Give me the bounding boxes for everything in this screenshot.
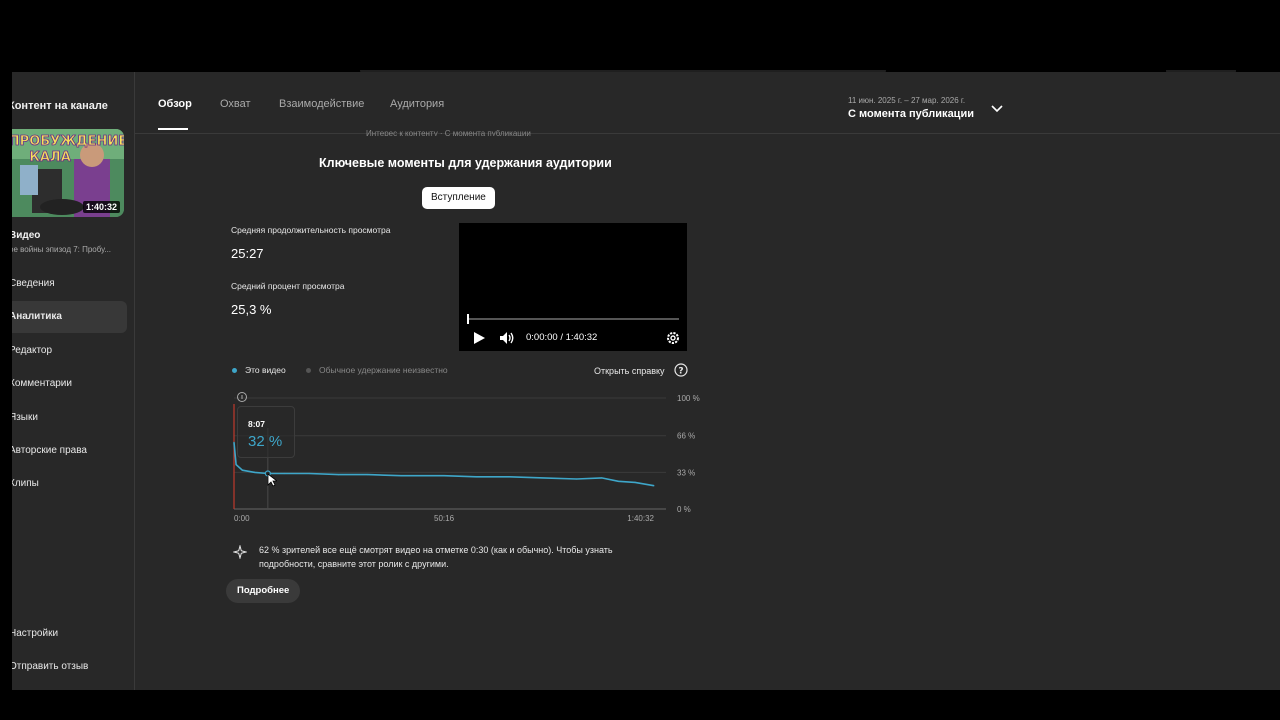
tab-reach[interactable]: Охват xyxy=(220,98,251,110)
series-point xyxy=(617,480,619,482)
sidebar-item-label: Сведения xyxy=(12,278,55,289)
series-point xyxy=(400,475,402,477)
svg-text:?: ? xyxy=(678,366,683,376)
chevron-down-icon[interactable] xyxy=(990,102,1004,116)
series-point xyxy=(233,441,235,443)
sidebar-item-comments[interactable]: Комментарии xyxy=(12,368,127,400)
card-subtitle-cut: Интерес к контенту · С момента публикаци… xyxy=(366,130,531,136)
series-point xyxy=(443,475,445,477)
series-point xyxy=(254,471,256,473)
volume-icon[interactable] xyxy=(498,330,516,346)
sidebar-item-label: Клипы xyxy=(12,478,39,489)
series-point xyxy=(283,472,285,475)
y-tick-label: 100 % xyxy=(677,394,700,403)
sidebar: Контент на канале ПРОБУЖДЕНИЕ КАЛА 1:40:… xyxy=(12,72,135,690)
thumbnail-art-subtitle: КАЛА xyxy=(29,150,71,165)
series-point xyxy=(241,469,243,471)
sidebar-item-label: Редактор xyxy=(12,345,53,356)
tab-engagement[interactable]: Взаимодействие xyxy=(279,98,364,110)
series-point xyxy=(601,477,603,479)
series-point xyxy=(509,476,511,478)
y-tick-label: 33 % xyxy=(677,468,695,477)
sidebar-item-analytics[interactable]: Аналитика xyxy=(12,301,127,333)
series-point xyxy=(367,473,369,476)
chart-tooltip: 8:07 32 % xyxy=(237,406,295,458)
tab-audience[interactable]: Аудитория xyxy=(390,98,444,110)
series-line-this-video xyxy=(233,442,655,487)
studio-app: Контент на канале ПРОБУЖДЕНИЕ КАЛА 1:40:… xyxy=(12,72,1280,690)
legend-this-label: Это видео xyxy=(245,365,286,375)
avg-duration-label: Средняя продолжительность просмотра xyxy=(231,225,391,235)
sidebar-item-clips[interactable]: Клипы xyxy=(12,468,127,500)
mouse-cursor-icon xyxy=(267,473,277,487)
date-range[interactable]: 11 июн. 2025 г. – 27 мар. 2026 г. xyxy=(848,96,965,105)
sidebar-item-label: Комментарии xyxy=(12,378,72,389)
thumbnail-duration: 1:40:32 xyxy=(82,201,120,213)
sidebar-item-label: Отправить отзыв xyxy=(12,661,89,672)
retention-insight: 62 % зрителей все ещё смотрят видео на о… xyxy=(259,545,613,569)
retention-title: Ключевые моменты для удержания аудитории xyxy=(319,156,612,170)
tabs-divider xyxy=(135,133,1280,134)
y-tick-label: 66 % xyxy=(677,432,695,441)
intro-chip[interactable]: Вступление xyxy=(422,187,495,209)
sidebar-item-label: Авторские права xyxy=(12,445,87,456)
thumbnail-art-title: ПРОБУЖДЕНИЕ xyxy=(12,134,124,149)
sidebar-video-label: Видео xyxy=(12,230,41,241)
x-tick-label: 50:16 xyxy=(434,514,455,523)
sidebar-item-settings[interactable]: Настройки xyxy=(12,618,127,650)
series-point xyxy=(235,464,237,466)
sidebar-item-editor[interactable]: Редактор xyxy=(12,335,127,367)
player-progress-bar[interactable] xyxy=(468,318,679,320)
x-tick-label: 1:40:32 xyxy=(627,514,654,523)
sidebar-heading: Контент на канале xyxy=(12,100,108,112)
avg-duration-value: 25:27 xyxy=(231,246,264,261)
series-point xyxy=(337,473,340,476)
series-point xyxy=(575,478,578,480)
y-tick-label: 0 % xyxy=(677,505,691,514)
tooltip-value: 32 % xyxy=(248,433,283,450)
sparkle-icon xyxy=(233,545,247,559)
sidebar-item-copyright[interactable]: Авторские права xyxy=(12,435,127,467)
legend-typical-dot xyxy=(306,368,311,373)
sidebar-item-details[interactable]: Сведения xyxy=(12,268,127,300)
avg-percent-value: 25,3 % xyxy=(231,302,272,317)
retention-chart[interactable]: 100 % 66 % 33 % 0 % 0:00 50:16 1:40:32 xyxy=(222,386,722,532)
avg-percent-label: Средний процент просмотра xyxy=(231,281,345,291)
series-point xyxy=(653,485,655,487)
series-point xyxy=(475,476,477,478)
tooltip-time: 8:07 xyxy=(248,419,266,429)
sidebar-item-label: Аналитика xyxy=(12,311,62,322)
series-point xyxy=(634,481,636,483)
tab-overview[interactable]: Обзор xyxy=(158,98,192,110)
sidebar-item-label: Настройки xyxy=(12,628,59,639)
sidebar-item-feedback[interactable]: Отправить отзыв xyxy=(12,651,127,683)
legend-typical-label: Обычное удержание неизвестно xyxy=(319,365,448,375)
player-progress-handle[interactable] xyxy=(467,314,469,324)
play-icon[interactable] xyxy=(471,330,487,346)
video-player[interactable]: 0:00:00 / 1:40:32 xyxy=(459,223,687,351)
sidebar-video-title: ое войны эпизод 7: Пробу... xyxy=(12,245,112,254)
video-thumbnail[interactable]: ПРОБУЖДЕНИЕ КАЛА 1:40:32 xyxy=(12,129,124,217)
active-tab-underline xyxy=(158,128,188,130)
help-icon[interactable]: ? xyxy=(674,363,688,377)
player-time: 0:00:00 / 1:40:32 xyxy=(526,332,598,343)
date-preset[interactable]: С момента публикации xyxy=(848,108,974,120)
legend-this-dot xyxy=(232,368,237,373)
more-button[interactable]: Подробнее xyxy=(226,579,301,603)
sidebar-item-languages[interactable]: Языки xyxy=(12,402,127,434)
series-point xyxy=(542,477,544,479)
sidebar-item-label: Языки xyxy=(12,412,38,423)
x-tick-label: 0:00 xyxy=(234,514,250,523)
help-link[interactable]: Открыть справку xyxy=(594,366,665,376)
gear-icon[interactable] xyxy=(665,330,681,346)
series-point xyxy=(308,472,310,475)
